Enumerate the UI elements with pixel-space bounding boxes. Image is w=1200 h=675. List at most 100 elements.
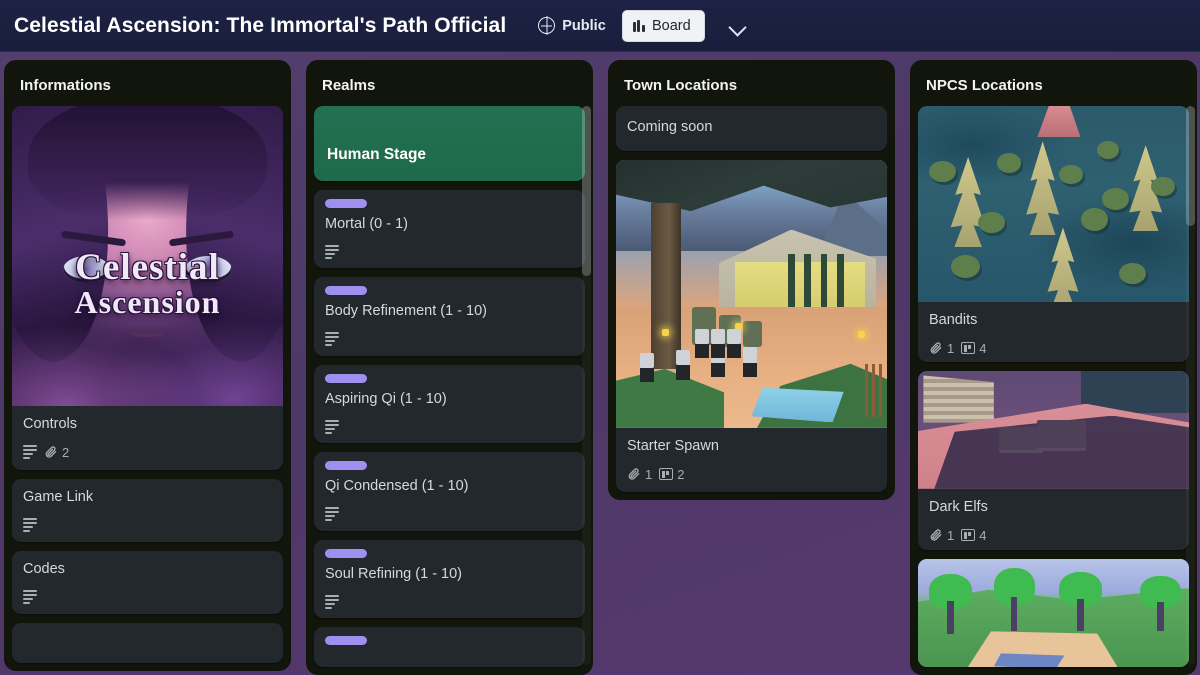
attachment-icon (45, 446, 57, 459)
board-columns-icon (632, 19, 645, 32)
card-controls[interactable]: Celestial Ascension Controls 2 (12, 106, 283, 470)
list-scrollbar-thumb[interactable] (1186, 106, 1195, 226)
label-chip-purple (325, 199, 367, 208)
card-title: Qi Condensed (1 - 10) (325, 478, 469, 495)
list-cards: Human Stage Mortal (0 - 1) Body Refineme… (314, 106, 585, 675)
description-icon (325, 507, 339, 522)
list-cards: Coming soon Starter Spawn 1 2 (616, 106, 887, 500)
board-header: Celestial Ascension: The Immortal's Path… (0, 0, 1200, 52)
board-visibility[interactable]: Public (538, 17, 606, 34)
label-chip-purple (325, 461, 367, 471)
description-badge (325, 244, 339, 259)
attachment-icon (930, 529, 942, 541)
card-title: Mortal (0 - 1) (325, 216, 408, 232)
card-badges (23, 517, 272, 532)
list-scrollbar[interactable] (1186, 106, 1195, 665)
list-scrollbar-thumb[interactable] (582, 106, 591, 276)
board-count: 2 (677, 466, 685, 482)
board-count: 4 (979, 340, 987, 356)
card-soul-refining[interactable]: Soul Refining (1 - 10) (314, 539, 585, 619)
card-aspiring-qi[interactable]: Aspiring Qi (1 - 10) (314, 364, 585, 444)
visibility-label: Public (562, 17, 606, 34)
card-body-refinement[interactable]: Body Refinement (1 - 10) (314, 277, 585, 356)
green-forest-cover (918, 558, 1189, 667)
view-switcher-label: Board (651, 17, 691, 34)
card-badges (325, 594, 574, 609)
board-icon (659, 468, 674, 481)
description-icon (23, 517, 37, 532)
card-qi-condensed[interactable]: Qi Condensed (1 - 10) (314, 452, 585, 531)
label-chip-purple (325, 636, 367, 646)
card-codes[interactable]: Codes (12, 550, 283, 614)
card-title: Controls (23, 416, 77, 432)
card-title: Coming soon (627, 119, 713, 135)
card-labels (325, 548, 574, 565)
board-badge: 2 (659, 467, 684, 482)
list-informations: Informations Celestial Ascension Control… (4, 60, 291, 671)
description-badge (325, 507, 339, 522)
description-icon (325, 332, 339, 347)
description-badge (325, 332, 339, 347)
board-badge: 4 (961, 528, 986, 543)
game-logo: Celestial Ascension (12, 247, 283, 320)
description-icon (325, 419, 339, 434)
card-title: Codes (23, 560, 65, 577)
view-switcher-button[interactable]: Board (621, 9, 705, 42)
dark-elfs-cover (918, 370, 1189, 489)
card-labels (325, 373, 574, 390)
card-starter-spawn[interactable]: Starter Spawn 1 2 (616, 159, 887, 492)
card-title: Starter Spawn (627, 437, 719, 454)
card-badges (23, 589, 272, 604)
card-labels (325, 286, 574, 302)
card-human-stage[interactable]: Human Stage (314, 106, 585, 181)
card-badges: 1 4 (929, 341, 1178, 356)
chevron-down-icon[interactable] (727, 15, 749, 37)
list-npcs-locations: NPCS Locations Bandits 1 4 Dark Elfs 1 4 (910, 60, 1197, 675)
card-title: Body Refinement (1 - 10) (325, 303, 487, 320)
card-coming-soon[interactable]: Coming soon (616, 106, 887, 151)
card-badges: 1 4 (929, 528, 1178, 543)
description-badge (325, 594, 339, 609)
board-icon (961, 342, 976, 355)
card-badges: 1 2 (627, 467, 876, 482)
card-game-link[interactable]: Game Link (12, 478, 283, 542)
card-badges (325, 419, 574, 434)
label-chip-purple (325, 373, 367, 383)
description-icon (325, 244, 339, 259)
card-title: Game Link (23, 488, 94, 505)
attachment-badge: 2 (44, 445, 69, 460)
attachment-badge: 1 (929, 341, 954, 356)
board-title: Celestial Ascension: The Immortal's Path… (14, 13, 507, 37)
game-logo-line1: Celestial (75, 247, 220, 288)
description-icon (23, 589, 37, 604)
card-bandits[interactable]: Bandits 1 4 (918, 106, 1189, 362)
card-dark-elfs[interactable]: Dark Elfs 1 4 (918, 370, 1189, 550)
card-title: Human Stage (327, 145, 427, 163)
card-labels (325, 636, 574, 652)
globe-icon (538, 17, 556, 34)
description-badge (23, 589, 37, 604)
label-chip-purple (325, 548, 367, 558)
list-realms: Realms Human Stage Mortal (0 - 1) Body R… (306, 60, 593, 675)
card-title: Soul Refining (1 - 10) (325, 565, 463, 582)
card-title: Bandits (929, 312, 978, 328)
game-logo-line2: Ascension (74, 283, 221, 320)
board-lists: Informations Celestial Ascension Control… (0, 52, 1200, 675)
list-title: Realms (322, 77, 376, 94)
card-badges (325, 332, 574, 347)
card-partial[interactable] (314, 627, 585, 667)
attachment-count: 2 (62, 444, 70, 460)
list-title: NPCS Locations (926, 77, 1043, 94)
label-chip-purple (325, 286, 367, 296)
card-mortal[interactable]: Mortal (0 - 1) (314, 190, 585, 269)
card-title: Dark Elfs (929, 498, 988, 515)
card-partial[interactable] (12, 622, 283, 663)
list-cards: Celestial Ascension Controls 2 Game Link… (12, 106, 283, 671)
list-scrollbar[interactable] (582, 106, 591, 665)
card-labels (325, 199, 574, 215)
card-badges (325, 507, 574, 522)
card-badges (325, 244, 574, 259)
card-partial[interactable] (918, 558, 1189, 667)
attachment-count: 1 (645, 466, 653, 482)
card-badges: 2 (23, 445, 272, 460)
